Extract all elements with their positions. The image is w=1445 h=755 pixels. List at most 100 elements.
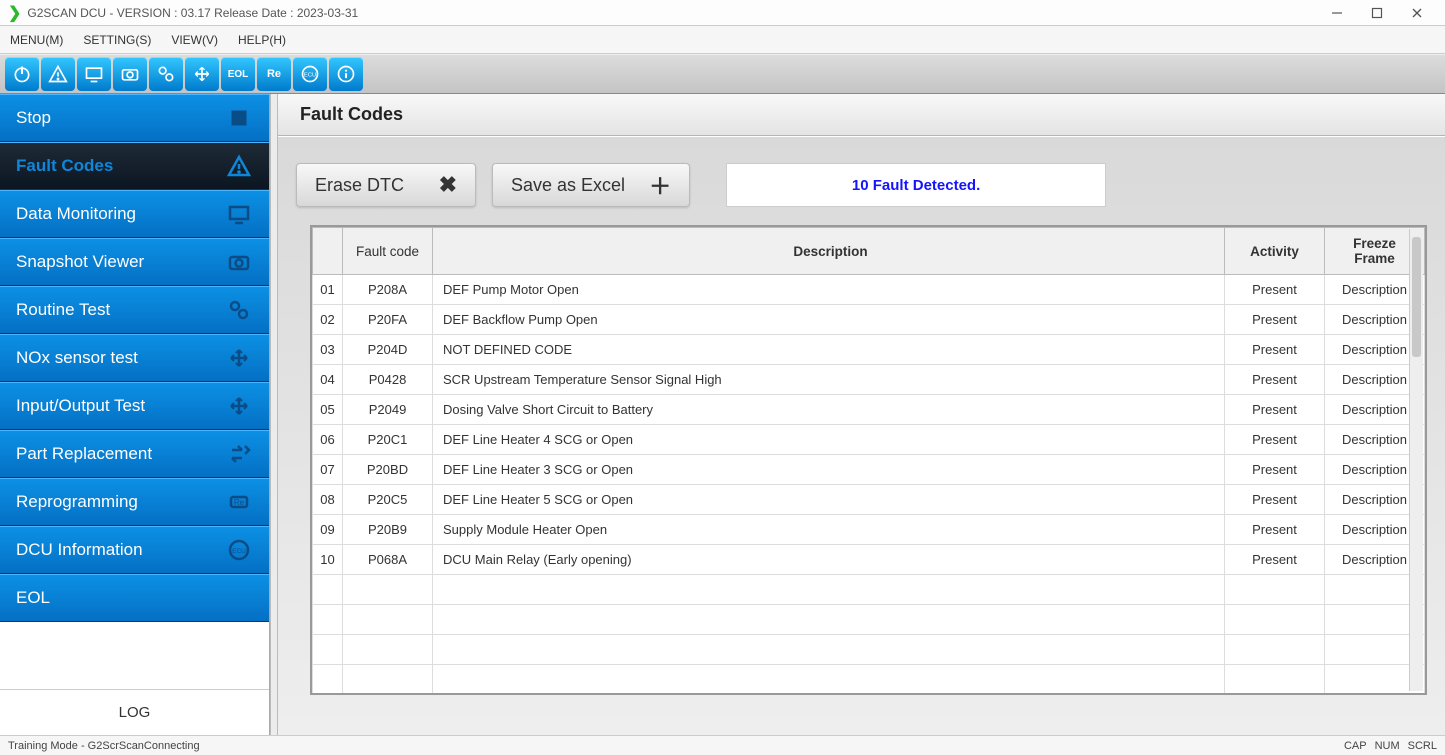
app-arrow-icon: ❯	[8, 3, 21, 23]
sidebar-item-label: Routine Test	[16, 300, 110, 320]
cell-index: 10	[313, 545, 343, 575]
status-num: NUM	[1375, 740, 1400, 752]
sidebar-item-eol[interactable]: EOL	[0, 574, 269, 622]
cell-activity: Present	[1225, 365, 1325, 395]
sidebar-item-input-output-test[interactable]: Input/Output Test	[0, 382, 269, 430]
monitor-icon	[225, 200, 253, 228]
table-row[interactable]: 04P0428SCR Upstream Temperature Sensor S…	[313, 365, 1425, 395]
table-row-empty	[313, 605, 1425, 635]
cell-activity: Present	[1225, 395, 1325, 425]
sidebar-item-label: NOx sensor test	[16, 348, 138, 368]
menu-menu[interactable]: MENU(M)	[10, 33, 63, 47]
cell-index: 01	[313, 275, 343, 305]
cell-activity: Present	[1225, 515, 1325, 545]
warning-icon	[225, 152, 253, 180]
minimize-button[interactable]	[1317, 0, 1357, 26]
sidebar-item-reprogramming[interactable]: Reprogramming Re	[0, 478, 269, 526]
save-excel-label: Save as Excel	[511, 175, 625, 196]
erase-dtc-button[interactable]: Erase DTC ✖	[296, 163, 476, 207]
sidebar-item-snapshot-viewer[interactable]: Snapshot Viewer	[0, 238, 269, 286]
cell-activity: Present	[1225, 275, 1325, 305]
table-row[interactable]: 02P20FADEF Backflow Pump OpenPresentDesc…	[313, 305, 1425, 335]
cell-index: 06	[313, 425, 343, 455]
arrows-icon	[225, 344, 253, 372]
sidebar-item-data-monitoring[interactable]: Data Monitoring	[0, 190, 269, 238]
cell-activity: Present	[1225, 425, 1325, 455]
window-title: G2SCAN DCU - VERSION : 03.17 Release Dat…	[27, 6, 358, 20]
sidebar-item-routine-test[interactable]: Routine Test	[0, 286, 269, 334]
table-row[interactable]: 06P20C1DEF Line Heater 4 SCG or OpenPres…	[313, 425, 1425, 455]
swap-icon	[225, 440, 253, 468]
col-header-activity[interactable]: Activity	[1225, 228, 1325, 275]
col-header-desc[interactable]: Description	[433, 228, 1225, 275]
cell-index: 02	[313, 305, 343, 335]
page-title: Fault Codes	[278, 94, 1445, 136]
table-row[interactable]: 08P20C5DEF Line Heater 5 SCG or OpenPres…	[313, 485, 1425, 515]
sidebar-item-label: Reprogramming	[16, 492, 138, 512]
gears-icon	[225, 296, 253, 324]
menu-view[interactable]: VIEW(V)	[171, 33, 218, 47]
ecu-icon[interactable]: ECU	[293, 57, 327, 91]
close-button[interactable]	[1397, 0, 1437, 26]
cell-desc: SCR Upstream Temperature Sensor Signal H…	[433, 365, 1225, 395]
status-scrl: SCRL	[1408, 740, 1437, 752]
table-row[interactable]: 03P204DNOT DEFINED CODEPresentDescriptio…	[313, 335, 1425, 365]
monitor-icon[interactable]	[77, 57, 111, 91]
info-icon[interactable]	[329, 57, 363, 91]
cell-code: P2049	[343, 395, 433, 425]
warning-icon[interactable]	[41, 57, 75, 91]
cell-desc: NOT DEFINED CODE	[433, 335, 1225, 365]
cell-code: P068A	[343, 545, 433, 575]
table-row[interactable]: 05P2049Dosing Valve Short Circuit to Bat…	[313, 395, 1425, 425]
cell-index: 09	[313, 515, 343, 545]
table-row[interactable]: 01P208ADEF Pump Motor OpenPresentDescrip…	[313, 275, 1425, 305]
sidebar-item-stop[interactable]: Stop	[0, 94, 269, 142]
statusbar: Training Mode - G2ScrScanConnecting CAP …	[0, 735, 1445, 755]
table-row[interactable]: 07P20BDDEF Line Heater 3 SCG or OpenPres…	[313, 455, 1425, 485]
menu-setting[interactable]: SETTING(S)	[83, 33, 151, 47]
sidebar-item-dcu-information[interactable]: DCU InformationECU	[0, 526, 269, 574]
cell-code: P204D	[343, 335, 433, 365]
svg-text:Re: Re	[234, 498, 245, 507]
cell-desc: DEF Line Heater 5 SCG or Open	[433, 485, 1225, 515]
arrows-icon	[225, 392, 253, 420]
cell-code: P20C1	[343, 425, 433, 455]
cell-desc: Supply Module Heater Open	[433, 515, 1225, 545]
fault-table: Fault code Description Activity Freeze F…	[310, 225, 1427, 695]
sidebar-item-fault-codes[interactable]: Fault Codes	[0, 142, 269, 190]
cell-index: 08	[313, 485, 343, 515]
save-excel-button[interactable]: Save as Excel ＋	[492, 163, 690, 207]
fault-banner: 10 Fault Detected.	[726, 163, 1106, 207]
re-icon[interactable]: Re	[257, 57, 291, 91]
power-icon[interactable]	[5, 57, 39, 91]
col-header-code[interactable]: Fault code	[343, 228, 433, 275]
menu-help[interactable]: HELP(H)	[238, 33, 286, 47]
x-icon: ✖	[439, 172, 457, 198]
table-row[interactable]: 09P20B9Supply Module Heater OpenPresentD…	[313, 515, 1425, 545]
sidebar-item-label: EOL	[16, 588, 50, 608]
re-icon: Re	[225, 488, 253, 516]
table-header-row: Fault code Description Activity Freeze F…	[313, 228, 1425, 275]
camera-icon[interactable]	[113, 57, 147, 91]
table-row[interactable]: 10P068ADCU Main Relay (Early opening)Pre…	[313, 545, 1425, 575]
log-button[interactable]: LOG	[0, 689, 269, 735]
sidebar-item-part-replacement[interactable]: Part Replacement	[0, 430, 269, 478]
table-scrollbar[interactable]	[1409, 229, 1423, 691]
arrows-icon[interactable]	[185, 57, 219, 91]
stop-icon	[225, 104, 253, 132]
cell-activity: Present	[1225, 335, 1325, 365]
maximize-button[interactable]	[1357, 0, 1397, 26]
gears-icon[interactable]	[149, 57, 183, 91]
cell-desc: DEF Line Heater 3 SCG or Open	[433, 455, 1225, 485]
eol-icon[interactable]: EOL	[221, 57, 255, 91]
titlebar: ❯ G2SCAN DCU - VERSION : 03.17 Release D…	[0, 0, 1445, 26]
col-header-index[interactable]	[313, 228, 343, 275]
sidebar-item-nox-sensor-test[interactable]: NOx sensor test	[0, 334, 269, 382]
table-row-empty	[313, 665, 1425, 695]
camera-icon	[225, 248, 253, 276]
status-left: Training Mode - G2ScrScanConnecting	[8, 740, 200, 752]
cell-activity: Present	[1225, 545, 1325, 575]
sidebar-item-label: Part Replacement	[16, 444, 152, 464]
blank-icon	[225, 584, 253, 612]
sidebar-divider[interactable]	[270, 94, 278, 735]
